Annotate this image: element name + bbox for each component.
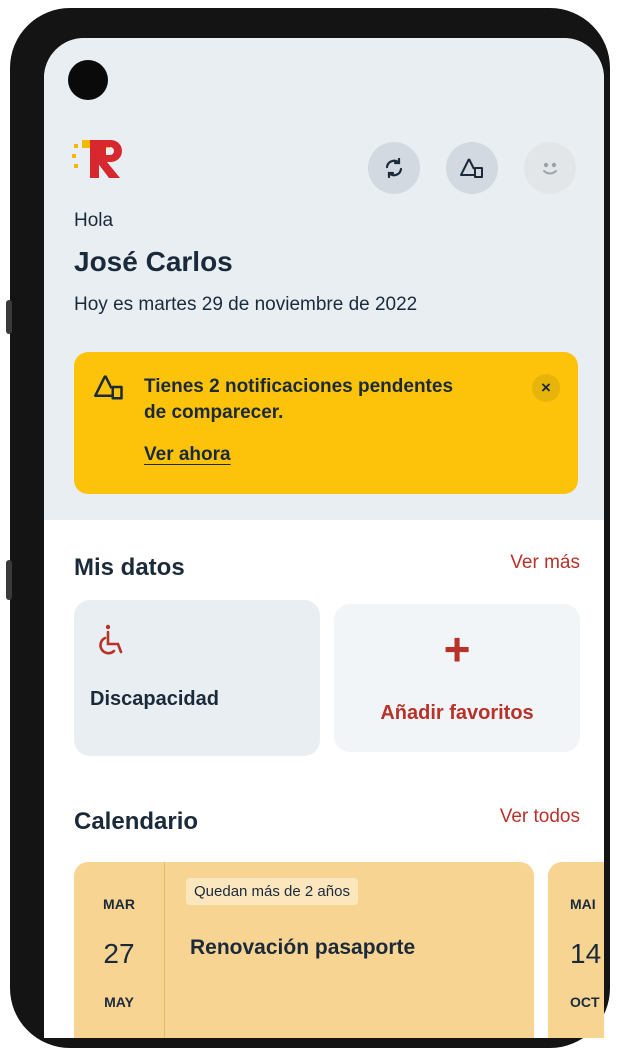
user-name: José Carlos [74,246,233,277]
calendario-title: Calendario [74,808,199,835]
view-now-link[interactable]: Ver ahora [144,444,231,466]
discapacidad-label: Discapacidad [90,688,219,710]
event-title: Renovación pasaporte [190,936,416,959]
camera-hole [68,60,108,100]
close-icon: × [541,378,551,397]
calendar-event-card[interactable]: MAI 14 OCT [548,862,604,1038]
event-start-month: MAR [103,896,135,912]
add-favorites-label: Añadir favoritos [380,702,534,724]
notifications-button[interactable] [446,142,498,194]
side-button [6,300,12,334]
app-logo [72,140,122,178]
warning-icon [94,375,123,400]
wheelchair-icon [99,624,123,655]
discapacidad-card[interactable]: Discapacidad [74,600,320,756]
event-end-month: MAY [104,994,134,1010]
app-screen: Hola José Carlos Hoy es martes 29 de nov… [44,38,604,1038]
alert-message: Tienes 2 notificaciones pendentes de com… [144,376,454,423]
time-remaining-badge: Quedan más de 2 años [186,878,358,905]
notification-alert: Tienes 2 notificaciones pendentes de com… [74,352,578,494]
header-area: Hola José Carlos Hoy es martes 29 de nov… [44,38,604,520]
side-button [6,560,12,600]
ver-todos-link[interactable]: Ver todos [500,806,580,828]
event-day: 27 [103,938,135,969]
event-day: 14 [570,938,602,969]
greeting: Hola [74,210,114,231]
refresh-button[interactable] [368,142,420,194]
profile-button[interactable] [524,142,576,194]
event-start-month: MAI [570,896,596,912]
calendar-event-card[interactable]: MAR 27 MAY Quedan más de 2 años Renovaci… [74,862,534,1038]
add-favorites-card[interactable]: + Añadir favoritos [334,604,580,752]
mis-datos-title: Mis datos [74,554,185,581]
date-text: Hoy es martes 29 de noviembre de 2022 [74,294,418,315]
plus-icon: + [443,623,471,675]
ver-mas-link[interactable]: Ver más [510,552,580,574]
phone-frame: Hola José Carlos Hoy es martes 29 de nov… [10,8,610,1048]
event-date-column: MAR 27 MAY [74,862,165,1038]
event-end-month: OCT [570,994,600,1010]
refresh-icon [385,157,403,179]
smiley-avatar-icon [543,162,557,175]
close-alert-button[interactable]: × [532,374,560,402]
notification-warning-icon [460,158,483,178]
